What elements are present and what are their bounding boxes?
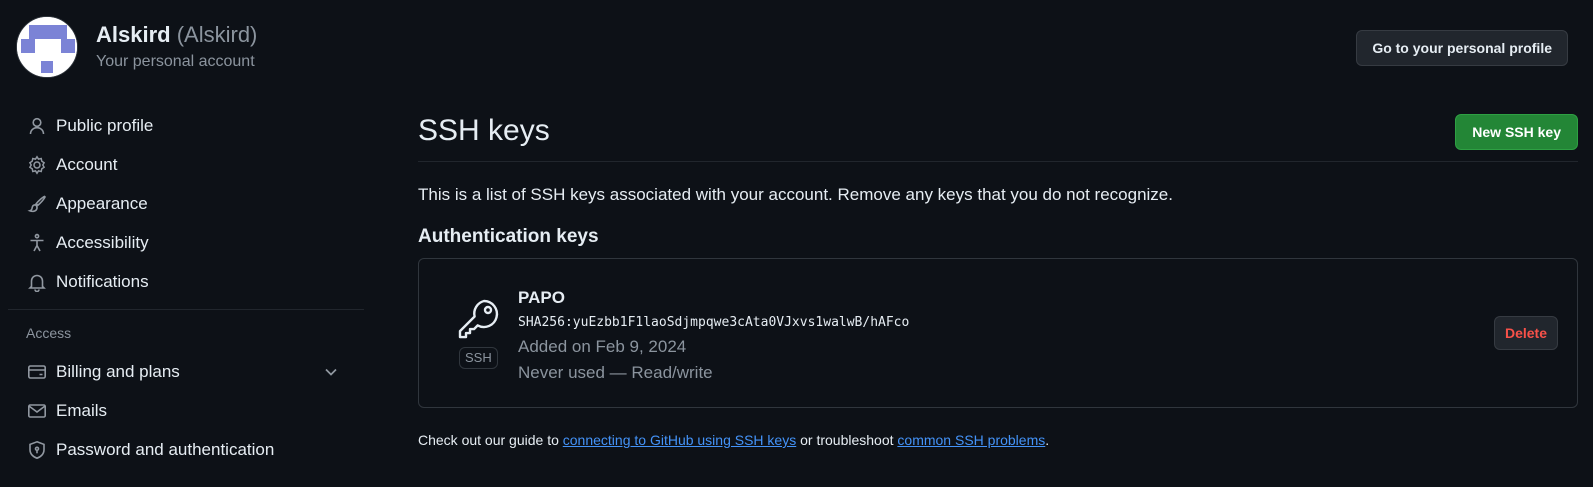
sidebar-divider: [8, 309, 364, 310]
ssh-key-item: SSH PAPO SHA256:yuEzbb1F1laoSdjmpqwe3cAt…: [418, 258, 1578, 408]
sidebar-item-label: Emails: [56, 400, 108, 420]
sidebar-item-notifications[interactable]: Notifications: [8, 262, 364, 301]
chevron-down-icon[interactable]: [322, 363, 340, 381]
gear-icon: [26, 154, 48, 176]
ssh-troubleshoot-link[interactable]: common SSH problems: [897, 432, 1045, 448]
sidebar-item-public-profile[interactable]: Public profile: [8, 106, 364, 145]
new-ssh-key-button[interactable]: New SSH key: [1455, 114, 1578, 150]
sidebar-item-label: Accessibility: [56, 232, 149, 252]
settings-sidebar: Public profile Account Appearance Access…: [8, 106, 364, 469]
delete-key-button[interactable]: Delete: [1493, 316, 1558, 350]
ssh-type-label: SSH: [459, 347, 498, 369]
sidebar-item-accessibility[interactable]: Accessibility: [8, 223, 364, 262]
sidebar-item-label: Account: [56, 154, 118, 174]
bell-icon: [26, 271, 48, 293]
sidebar-item-billing[interactable]: Billing and plans: [8, 352, 364, 391]
sidebar-item-label: Notifications: [56, 271, 149, 291]
help-middle: or troubleshoot: [796, 432, 898, 448]
key-usage: Never used — Read/write: [518, 363, 713, 382]
sidebar-item-label: Billing and plans: [56, 361, 180, 381]
help-text: Check out our guide to connecting to Git…: [418, 432, 1049, 448]
person-icon: [26, 115, 48, 137]
avatar[interactable]: [16, 16, 78, 78]
go-to-profile-button[interactable]: Go to your personal profile: [1356, 30, 1568, 66]
title-divider: [418, 161, 1578, 162]
authentication-keys-heading: Authentication keys: [418, 226, 599, 247]
account-name: Alskird (Alskird): [96, 22, 257, 48]
help-suffix: .: [1045, 432, 1050, 448]
account-subtitle: Your personal account: [96, 53, 255, 70]
sidebar-item-account[interactable]: Account: [8, 145, 364, 184]
key-fingerprint: SHA256:yuEzbb1F1laoSdjmpqwe3cAta0VJxvs1w…: [518, 315, 910, 330]
settings-page: Alskird (Alskird) Your personal account …: [0, 0, 1593, 487]
shield-icon: [26, 439, 48, 461]
sidebar-section-access: Access: [26, 325, 72, 341]
sidebar-item-label: Appearance: [56, 193, 148, 213]
account-login: (Alskird): [176, 22, 258, 47]
help-prefix: Check out our guide to: [418, 432, 563, 448]
key-title: PAPO: [518, 288, 565, 307]
sidebar-item-emails[interactable]: Emails: [8, 391, 364, 430]
sidebar-item-appearance[interactable]: Appearance: [8, 184, 364, 223]
account-header: Alskird (Alskird) Your personal account …: [16, 16, 1593, 78]
intro-text: This is a list of SSH keys associated wi…: [418, 185, 1173, 204]
account-display-name: Alskird: [96, 22, 171, 47]
mail-icon: [26, 400, 48, 422]
credit-card-icon: [26, 361, 48, 383]
sidebar-item-password-authentication[interactable]: Password and authentication: [8, 430, 364, 469]
key-added-date: Added on Feb 9, 2024: [518, 337, 687, 356]
page-title: SSH keys: [418, 114, 550, 147]
sidebar-item-label: Public profile: [56, 115, 154, 135]
accessibility-icon: [26, 232, 48, 254]
key-icon: [457, 297, 501, 341]
sidebar-item-label: Password and authentication: [56, 439, 275, 459]
ssh-guide-link[interactable]: connecting to GitHub using SSH keys: [563, 432, 796, 448]
paintbrush-icon: [26, 193, 48, 215]
